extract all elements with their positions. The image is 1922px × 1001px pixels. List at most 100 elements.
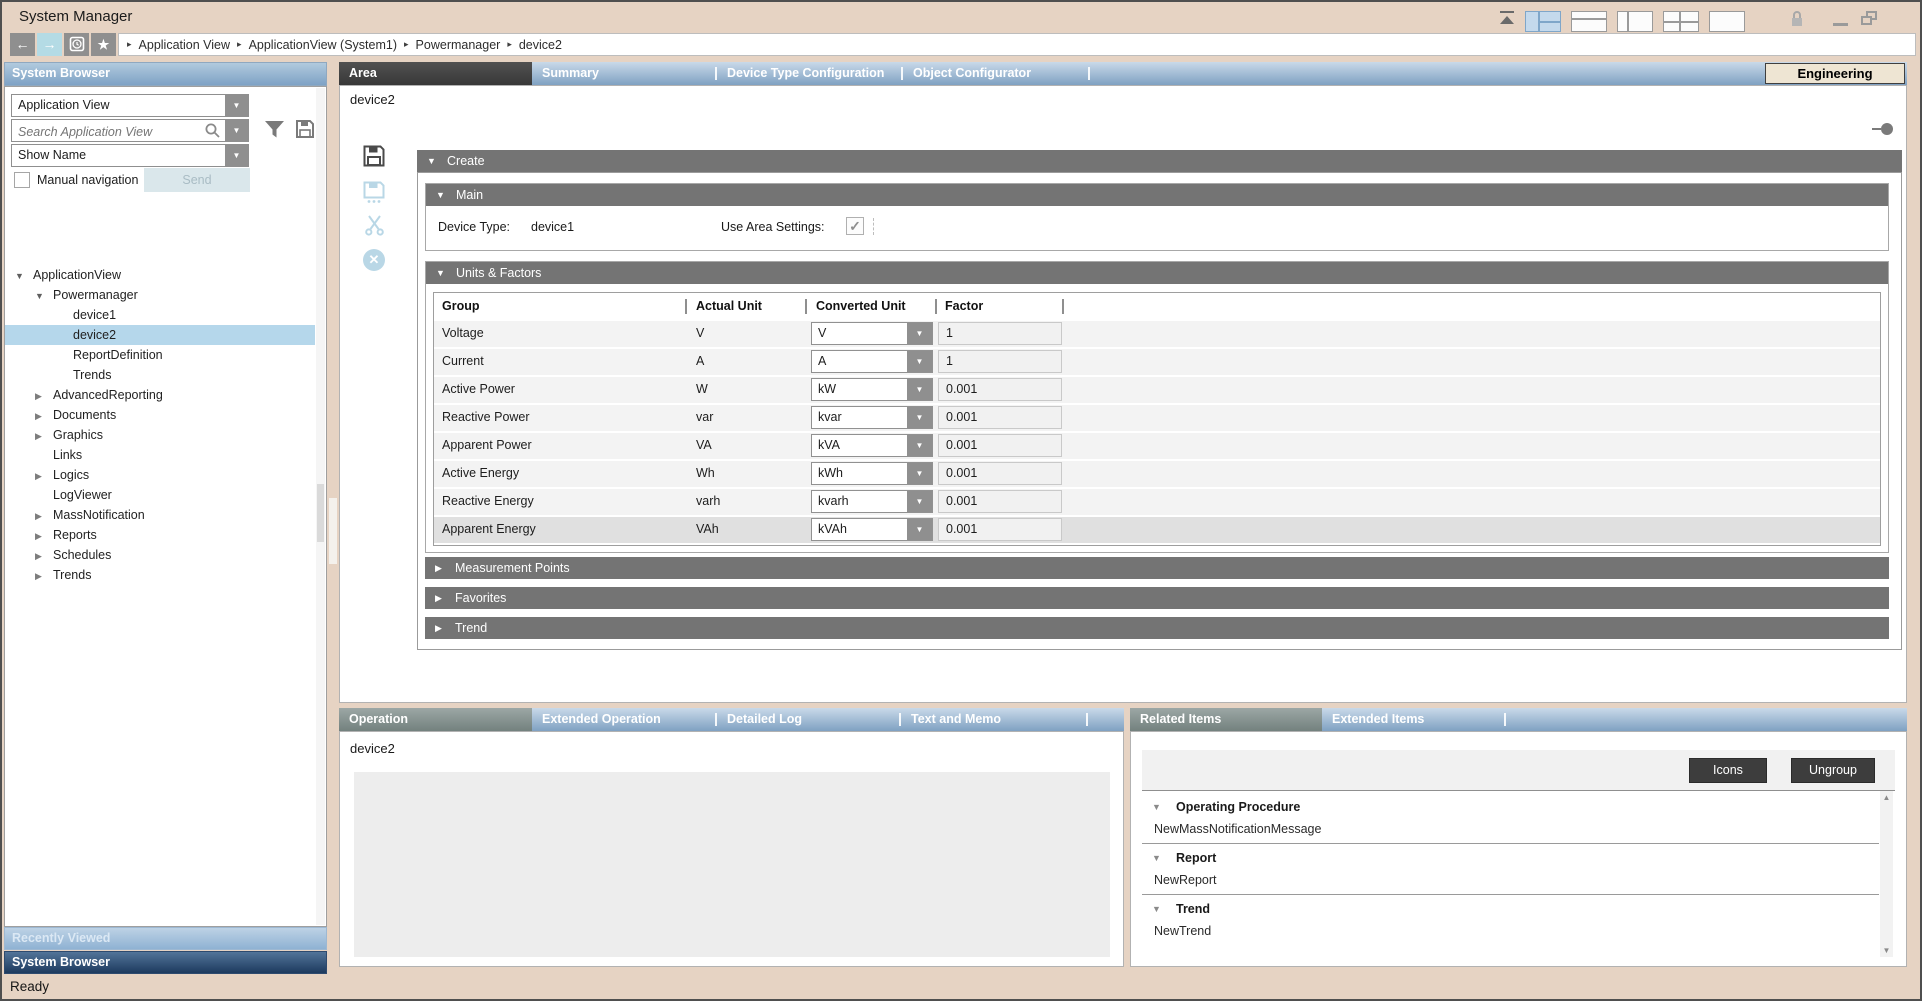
tree-scrollbar[interactable] bbox=[316, 88, 325, 925]
filter-icon[interactable] bbox=[264, 120, 285, 144]
units-row-current[interactable]: CurrentAA▼1 bbox=[434, 349, 1880, 375]
factor-input[interactable]: 0.001 bbox=[938, 462, 1062, 485]
tab-text-and-memo[interactable]: Text and Memo bbox=[901, 708, 1086, 731]
collapsed-icon[interactable]: ▶ bbox=[35, 386, 53, 406]
collapsed-icon[interactable]: ▶ bbox=[35, 566, 53, 586]
section-header-measurement-points[interactable]: ▶Measurement Points bbox=[425, 557, 1889, 579]
tree-item-reportdefinition[interactable]: ReportDefinition bbox=[5, 345, 315, 365]
history-button[interactable] bbox=[64, 33, 89, 56]
back-button[interactable]: ← bbox=[10, 33, 35, 56]
create-section-header[interactable]: ▼ Create bbox=[417, 150, 1902, 172]
dropdown-button[interactable]: ▼ bbox=[907, 323, 932, 344]
related-item-newtrend[interactable]: NewTrend bbox=[1142, 920, 1879, 943]
layout-quad-button[interactable] bbox=[1663, 11, 1699, 32]
tab-related-items[interactable]: Related Items bbox=[1130, 708, 1322, 731]
save-button[interactable] bbox=[361, 144, 387, 170]
scrollbar-thumb[interactable] bbox=[317, 484, 324, 542]
tree-item-reports[interactable]: ▶Reports bbox=[5, 525, 315, 545]
units-row-active-energy[interactable]: Active EnergyWhkWh▼0.001 bbox=[434, 461, 1880, 487]
layout-four-pane-button[interactable] bbox=[1525, 11, 1561, 32]
view-selector-dropdown[interactable]: Application View ▼ bbox=[11, 94, 249, 117]
related-group-report[interactable]: ▼Report bbox=[1142, 846, 1879, 869]
related-group-operating-procedure[interactable]: ▼Operating Procedure bbox=[1142, 795, 1879, 818]
units-row-apparent-energy[interactable]: Apparent EnergyVAhkVAh▼0.001 bbox=[434, 517, 1880, 543]
collapsed-icon[interactable]: ▶ bbox=[35, 466, 53, 486]
save-search-icon[interactable] bbox=[295, 119, 315, 144]
scroll-up-icon[interactable]: ▲ bbox=[1880, 793, 1893, 802]
lock-icon[interactable] bbox=[1790, 10, 1804, 32]
converted-unit-combo[interactable]: kVAh▼ bbox=[811, 518, 933, 541]
factor-input[interactable]: 0.001 bbox=[938, 490, 1062, 513]
tab-area[interactable]: Area bbox=[339, 62, 532, 85]
factor-input[interactable]: 0.001 bbox=[938, 406, 1062, 429]
related-group-trend[interactable]: ▼Trend bbox=[1142, 897, 1879, 920]
tree-item-advancedreporting[interactable]: ▶AdvancedReporting bbox=[5, 385, 315, 405]
units-row-apparent-power[interactable]: Apparent PowerVAkVA▼0.001 bbox=[434, 433, 1880, 459]
main-section-header[interactable]: ▼ Main bbox=[426, 184, 1888, 206]
pin-icon[interactable] bbox=[1872, 120, 1893, 138]
expanded-icon[interactable]: ▼ bbox=[35, 286, 53, 306]
column-separator[interactable] bbox=[1062, 299, 1064, 314]
tab-extended-items[interactable]: Extended Items bbox=[1322, 708, 1504, 731]
converted-unit-combo[interactable]: kVA▼ bbox=[811, 434, 933, 457]
tree-item-trends[interactable]: Trends bbox=[5, 365, 315, 385]
tree-item-trends[interactable]: ▶Trends bbox=[5, 565, 315, 585]
tab-extended-operation[interactable]: Extended Operation bbox=[532, 708, 715, 731]
favorites-button[interactable]: ★ bbox=[91, 33, 116, 56]
search-field[interactable]: ▼ bbox=[11, 119, 249, 142]
collapsed-icon[interactable]: ▶ bbox=[35, 406, 53, 426]
units-row-active-power[interactable]: Active PowerWkW▼0.001 bbox=[434, 377, 1880, 403]
dropdown-button[interactable]: ▼ bbox=[907, 435, 932, 456]
tree-item-graphics[interactable]: ▶Graphics bbox=[5, 425, 315, 445]
tree-item-logviewer[interactable]: LogViewer bbox=[5, 485, 315, 505]
dropdown-button[interactable]: ▼ bbox=[907, 351, 932, 372]
engineering-mode-button[interactable]: Engineering bbox=[1765, 63, 1905, 84]
ungroup-button[interactable]: Ungroup bbox=[1791, 758, 1875, 783]
factor-input[interactable]: 1 bbox=[938, 322, 1062, 345]
factor-input[interactable]: 1 bbox=[938, 350, 1062, 373]
tree-item-massnotification[interactable]: ▶MassNotification bbox=[5, 505, 315, 525]
system-browser-bar[interactable]: System Browser bbox=[4, 951, 327, 974]
collapsed-icon[interactable]: ▶ bbox=[35, 426, 53, 446]
delete-button[interactable]: ✕ bbox=[361, 249, 387, 275]
use-area-settings-checkbox[interactable]: ✓ bbox=[846, 217, 864, 235]
icons-button[interactable]: Icons bbox=[1689, 758, 1767, 783]
tree-item-device2[interactable]: device2 bbox=[5, 325, 315, 345]
layout-left-split-button[interactable] bbox=[1617, 11, 1653, 32]
related-item-newreport[interactable]: NewReport bbox=[1142, 869, 1879, 892]
units-row-reactive-power[interactable]: Reactive Powervarkvar▼0.001 bbox=[434, 405, 1880, 431]
minimize-button[interactable] bbox=[1833, 23, 1848, 26]
tree-item-device1[interactable]: device1 bbox=[5, 305, 315, 325]
column-separator[interactable] bbox=[935, 299, 937, 314]
dropdown-button[interactable]: ▼ bbox=[225, 95, 248, 116]
converted-unit-combo[interactable]: kvar▼ bbox=[811, 406, 933, 429]
tree-item-applicationview[interactable]: ▼ApplicationView bbox=[5, 265, 315, 285]
dropdown-button[interactable]: ▼ bbox=[907, 463, 932, 484]
factor-input[interactable]: 0.001 bbox=[938, 518, 1062, 541]
tree-item-links[interactable]: Links bbox=[5, 445, 315, 465]
scroll-down-icon[interactable]: ▼ bbox=[1880, 946, 1893, 955]
tree-item-powermanager[interactable]: ▼Powermanager bbox=[5, 285, 315, 305]
forward-button[interactable]: → bbox=[37, 33, 62, 56]
send-button[interactable]: Send bbox=[144, 168, 250, 192]
units-row-reactive-energy[interactable]: Reactive Energyvarhkvarh▼0.001 bbox=[434, 489, 1880, 515]
dropdown-button[interactable]: ▼ bbox=[907, 379, 932, 400]
section-header-trend[interactable]: ▶Trend bbox=[425, 617, 1889, 639]
collapsed-icon[interactable]: ▶ bbox=[35, 546, 53, 566]
converted-unit-combo[interactable]: A▼ bbox=[811, 350, 933, 373]
column-separator[interactable] bbox=[805, 299, 807, 314]
tree-item-schedules[interactable]: ▶Schedules bbox=[5, 545, 315, 565]
tab-detailed-log[interactable]: Detailed Log bbox=[717, 708, 899, 731]
breadcrumb-item-powermanager[interactable]: Powermanager bbox=[416, 38, 501, 52]
converted-unit-combo[interactable]: V▼ bbox=[811, 322, 933, 345]
save-as-button[interactable] bbox=[361, 180, 387, 206]
tab-object-configurator[interactable]: Object Configurator bbox=[903, 62, 1088, 85]
cut-button[interactable] bbox=[361, 214, 387, 240]
breadcrumb-item-applicationview-system1-[interactable]: ApplicationView (System1) bbox=[249, 38, 397, 52]
related-scrollbar[interactable]: ▲ ▼ bbox=[1880, 791, 1893, 957]
units-factors-header[interactable]: ▼ Units & Factors bbox=[426, 262, 1888, 284]
dropdown-button[interactable]: ▼ bbox=[225, 145, 248, 166]
section-header-favorites[interactable]: ▶Favorites bbox=[425, 587, 1889, 609]
factor-input[interactable]: 0.001 bbox=[938, 378, 1062, 401]
display-mode-dropdown[interactable]: Show Name ▼ bbox=[11, 144, 249, 167]
